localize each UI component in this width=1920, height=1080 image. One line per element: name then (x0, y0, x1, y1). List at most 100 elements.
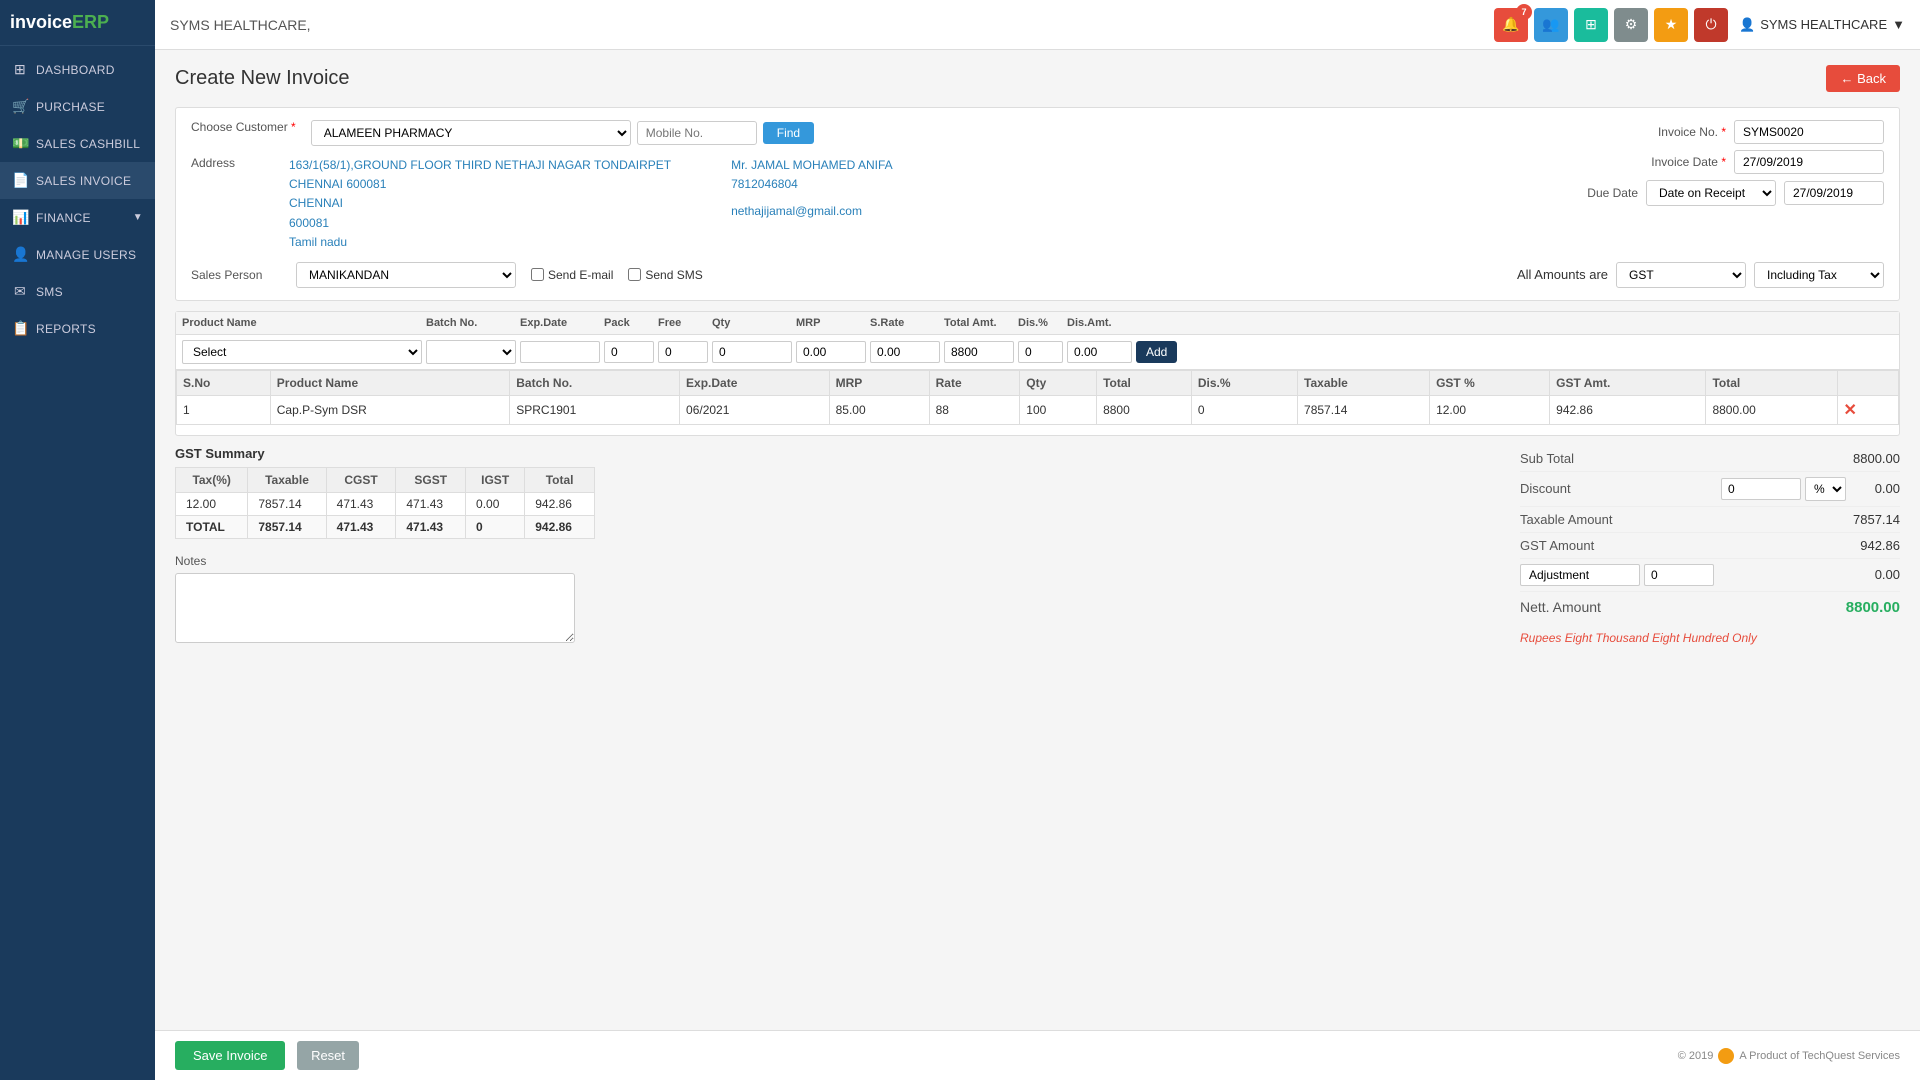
app-logo: invoiceERP (0, 0, 155, 46)
sidebar-item-sales-invoice[interactable]: 📄 SALES INVOICE (0, 162, 155, 199)
sidebar-item-purchase[interactable]: 🛒 PURCHASE (0, 88, 155, 125)
users-nav-button[interactable]: 👥 (1534, 8, 1568, 42)
mrp-input[interactable] (796, 341, 866, 363)
invoice-date-row: Invoice Date (1636, 150, 1884, 174)
th-mrp: MRP (829, 370, 929, 395)
gst-cell-cgst: 471.43 (326, 492, 396, 515)
sales-person-label: Sales Person (191, 268, 281, 282)
address-section: Address 163/1(58/1),GROUND FLOOR THIRD N… (191, 156, 1548, 252)
cell-mrp: 85.00 (829, 395, 929, 424)
due-date-input[interactable] (1784, 181, 1884, 205)
user-menu[interactable]: 👤 SYMS HEALTHCARE ▼ (1739, 17, 1905, 33)
sidebar-item-dashboard[interactable]: ⊞ DASHBOARD (0, 51, 155, 88)
expdate-input[interactable] (520, 341, 600, 363)
left-bottom: GST Summary Tax(%) Taxable CGST SGST IGS… (175, 446, 1500, 661)
srate-input-wrap (870, 341, 940, 363)
product-entry-section: Product Name Batch No. Exp.Date Pack Fre… (175, 311, 1900, 436)
find-button[interactable]: Find (763, 122, 814, 144)
send-sms-checkbox-label[interactable]: Send SMS (628, 268, 702, 282)
cell-dis-pct: 0 (1191, 395, 1297, 424)
sidebar-item-label: MANAGE USERS (36, 248, 136, 262)
power-nav-button[interactable]: ⏻ (1694, 8, 1728, 42)
gst-th-taxable: Taxable (248, 467, 326, 492)
save-invoice-button[interactable]: Save Invoice (175, 1041, 285, 1070)
th-rate: Rate (929, 370, 1020, 395)
col-header-free: Free (658, 317, 708, 329)
star-nav-button[interactable]: ★ (1654, 8, 1688, 42)
col-header-mrp: MRP (796, 317, 866, 329)
page-header: Create New Invoice ← Back (175, 65, 1900, 92)
notifications-button[interactable]: 🔔 7 (1494, 8, 1528, 42)
disamt-input[interactable] (1067, 341, 1132, 363)
product-select[interactable]: Select (182, 340, 422, 364)
mobile-input[interactable] (637, 121, 757, 145)
address-line4: 600081 (289, 214, 671, 233)
discount-type-select[interactable]: % ₹ (1805, 477, 1846, 501)
gst-foot-cgst: 471.43 (326, 515, 396, 538)
customer-select[interactable]: ALAMEEN PHARMACY (311, 120, 631, 146)
sidebar-item-label: DASHBOARD (36, 63, 115, 77)
send-email-checkbox-label[interactable]: Send E-mail (531, 268, 613, 282)
col-header-srate: S.Rate (870, 317, 940, 329)
adjustment-value: 0.00 (1875, 567, 1900, 582)
customer-select-wrap: ALAMEEN PHARMACY Find (311, 120, 814, 146)
th-qty: Qty (1020, 370, 1097, 395)
grid-nav-button[interactable]: ⊞ (1574, 8, 1608, 42)
user-name: SYMS HEALTHCARE (1760, 17, 1887, 32)
invoice-no-input[interactable] (1734, 120, 1884, 144)
mrp-input-wrap (796, 341, 866, 363)
back-button[interactable]: ← Back (1826, 65, 1900, 92)
pack-input[interactable] (604, 341, 654, 363)
address-line5: Tamil nadu (289, 233, 671, 252)
nett-amount-row: Nett. Amount 8800.00 (1520, 592, 1900, 623)
address-label: Address (191, 156, 281, 252)
gst-foot-total: 942.86 (525, 515, 595, 538)
dispct-input[interactable] (1018, 341, 1063, 363)
address-row: Address 163/1(58/1),GROUND FLOOR THIRD N… (191, 156, 671, 252)
nett-amount-label: Nett. Amount (1520, 599, 1601, 615)
delete-row-button[interactable]: ✕ (1844, 400, 1857, 420)
amount-words: Rupees Eight Thousand Eight Hundred Only (1520, 623, 1900, 653)
send-sms-checkbox[interactable] (628, 268, 641, 281)
sales-person-select[interactable]: MANIKANDAN (296, 262, 516, 288)
sub-total-label: Sub Total (1520, 451, 1574, 466)
topnav: SYMS HEALTHCARE, 🔔 7 👥 ⊞ ⚙ ★ ⏻ 👤 SYMS HE… (155, 0, 1920, 50)
cell-batch: SPRC1901 (510, 395, 680, 424)
cell-delete: ✕ (1837, 395, 1899, 424)
adjustment-label-input[interactable] (1520, 564, 1640, 586)
srate-input[interactable] (870, 341, 940, 363)
send-sms-label: Send SMS (645, 268, 702, 282)
sidebar-item-finance[interactable]: 📊 FINANCE ▼ (0, 199, 155, 236)
disamt-input-wrap (1067, 341, 1132, 363)
discount-input[interactable] (1721, 478, 1801, 500)
sidebar-item-reports[interactable]: 📋 REPORTS (0, 310, 155, 347)
bottom-section: GST Summary Tax(%) Taxable CGST SGST IGS… (175, 446, 1900, 661)
sidebar-item-label: REPORTS (36, 322, 96, 336)
th-dis-pct: Dis.% (1191, 370, 1297, 395)
settings-nav-button[interactable]: ⚙ (1614, 8, 1648, 42)
sidebar-item-manage-users[interactable]: 👤 MANAGE USERS (0, 236, 155, 273)
invoice-date-input[interactable] (1734, 150, 1884, 174)
contact-phone: 7812046804 (731, 175, 893, 194)
adjustment-value-input[interactable] (1644, 564, 1714, 586)
address-line3: CHENNAI (289, 194, 671, 213)
th-taxable: Taxable (1298, 370, 1430, 395)
add-product-button[interactable]: Add (1136, 341, 1177, 363)
gst-table-body: 12.00 7857.14 471.43 471.43 0.00 942.86 (176, 492, 595, 515)
qty-input[interactable] (712, 341, 792, 363)
gst-type-select[interactable]: GST (1616, 262, 1746, 288)
sidebar-item-sales-cashbill[interactable]: 💵 SALES CASHBILL (0, 125, 155, 162)
sidebar-item-label: SMS (36, 285, 63, 299)
reset-button[interactable]: Reset (297, 1041, 359, 1070)
address-block: 163/1(58/1),GROUND FLOOR THIRD NETHAJI N… (289, 156, 671, 252)
send-email-checkbox[interactable] (531, 268, 544, 281)
gst-th-total: Total (525, 467, 595, 492)
batch-select[interactable] (426, 340, 516, 364)
notes-textarea[interactable] (175, 573, 575, 643)
sidebar-item-sms[interactable]: ✉ SMS (0, 273, 155, 310)
nett-amount-value: 8800.00 (1846, 599, 1900, 616)
tax-inclusion-select[interactable]: Including Tax (1754, 262, 1884, 288)
totalamt-input[interactable] (944, 341, 1014, 363)
due-date-type-select[interactable]: Date on Receipt (1646, 180, 1776, 206)
free-input[interactable] (658, 341, 708, 363)
